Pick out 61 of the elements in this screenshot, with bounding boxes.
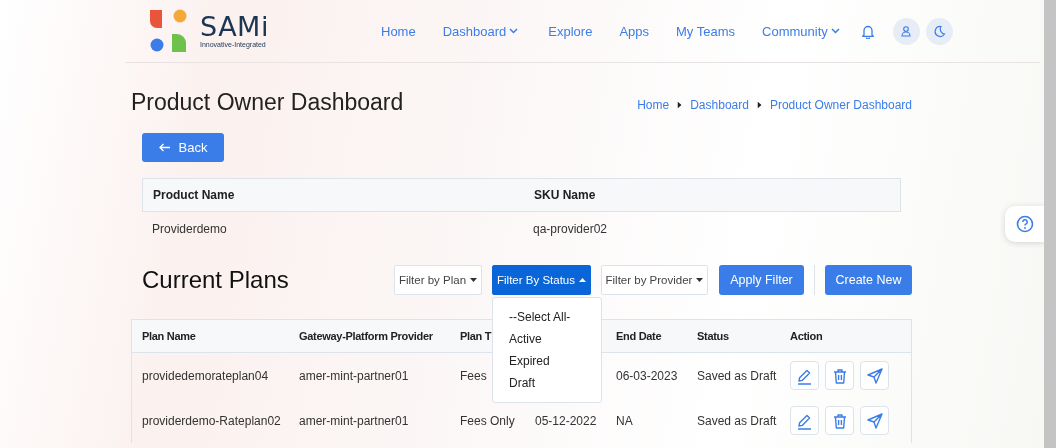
- column-header: Plan Name: [141, 330, 197, 342]
- trash-button[interactable]: [825, 406, 854, 435]
- page-title: Product Owner Dashboard: [131, 88, 404, 116]
- nav-link[interactable]: Apps: [619, 23, 649, 39]
- send-button[interactable]: [860, 406, 889, 435]
- table-cell-text: qa-provider02: [532, 222, 609, 236]
- menu-item[interactable]: Active: [493, 328, 601, 350]
- breadcrumb-link[interactable]: Product Owner Dashboard: [769, 98, 912, 112]
- table-cell-text: 06-03-2023: [615, 368, 679, 383]
- nav-link[interactable]: Home: [381, 23, 416, 39]
- filter-dropdown[interactable]: Filter by Plan: [394, 265, 482, 295]
- send-icon: [865, 366, 884, 385]
- nav-link[interactable]: Explore: [548, 23, 593, 39]
- table-cell-text: 05-12-2022: [534, 413, 598, 428]
- menu-item[interactable]: Expired: [493, 350, 601, 372]
- bell-icon[interactable]: [860, 23, 875, 39]
- section-title: Current Plans: [142, 266, 289, 294]
- moon-icon: [932, 24, 946, 38]
- nav-link[interactable]: Community: [762, 23, 840, 39]
- dark-mode-button[interactable]: [925, 17, 953, 45]
- column-header: Product Name: [152, 188, 236, 202]
- menu-item[interactable]: Draft: [493, 372, 601, 394]
- table-cell-text: Saved as Draft: [696, 368, 778, 383]
- scrollbar[interactable]: [1044, 0, 1056, 448]
- logo-text: SAMi: [200, 13, 269, 41]
- table-cell-text: NA: [615, 413, 634, 428]
- table-cell-text: Fees Only: [459, 413, 516, 428]
- table-cell-text: providerdemo-Rateplan02: [141, 413, 282, 428]
- breadcrumb-separator-icon: [757, 101, 762, 109]
- help-icon: [1016, 215, 1034, 233]
- column-header: SKU Name: [533, 188, 597, 202]
- profile-button[interactable]: [892, 17, 920, 45]
- breadcrumb-separator-icon: [677, 101, 682, 109]
- trash-button[interactable]: [825, 361, 854, 390]
- table-cell-text: amer-mint-partner01: [298, 413, 410, 428]
- back-button[interactable]: Back: [142, 133, 224, 162]
- edit-button[interactable]: [790, 361, 819, 390]
- apply-filter-button[interactable]: Apply Filter: [719, 265, 804, 295]
- table-cell-text: providedemorateplan04: [141, 368, 270, 383]
- edit-button[interactable]: [790, 406, 819, 435]
- arrow-left-icon: [158, 143, 171, 152]
- menu-item[interactable]: --Select All-: [493, 306, 601, 328]
- filter-dropdown[interactable]: Filter By Status: [492, 265, 591, 295]
- create-new-button[interactable]: Create New: [825, 265, 912, 295]
- column-header: Gateway-Platform Provider: [298, 330, 434, 342]
- breadcrumb-link[interactable]: Home: [637, 98, 670, 112]
- send-icon: [865, 411, 884, 430]
- filter-dropdown[interactable]: Filter by Provider: [601, 265, 708, 295]
- nav-link[interactable]: My Teams: [676, 23, 735, 39]
- breadcrumb-link[interactable]: Dashboard: [690, 98, 749, 112]
- table-cell-text: Saved as Draft: [696, 413, 778, 428]
- column-header: Status: [696, 330, 730, 342]
- column-header: End Date: [615, 330, 663, 342]
- table-cell-text: Providerdemo: [151, 222, 228, 236]
- send-button[interactable]: [860, 361, 889, 390]
- logo-icon: [148, 8, 188, 54]
- table-cell-text: amer-mint-partner01: [298, 368, 410, 383]
- column-header: Action: [789, 330, 824, 342]
- nav-link[interactable]: Dashboard: [442, 23, 519, 39]
- help-button[interactable]: [1005, 206, 1045, 242]
- user-icon: [900, 25, 913, 37]
